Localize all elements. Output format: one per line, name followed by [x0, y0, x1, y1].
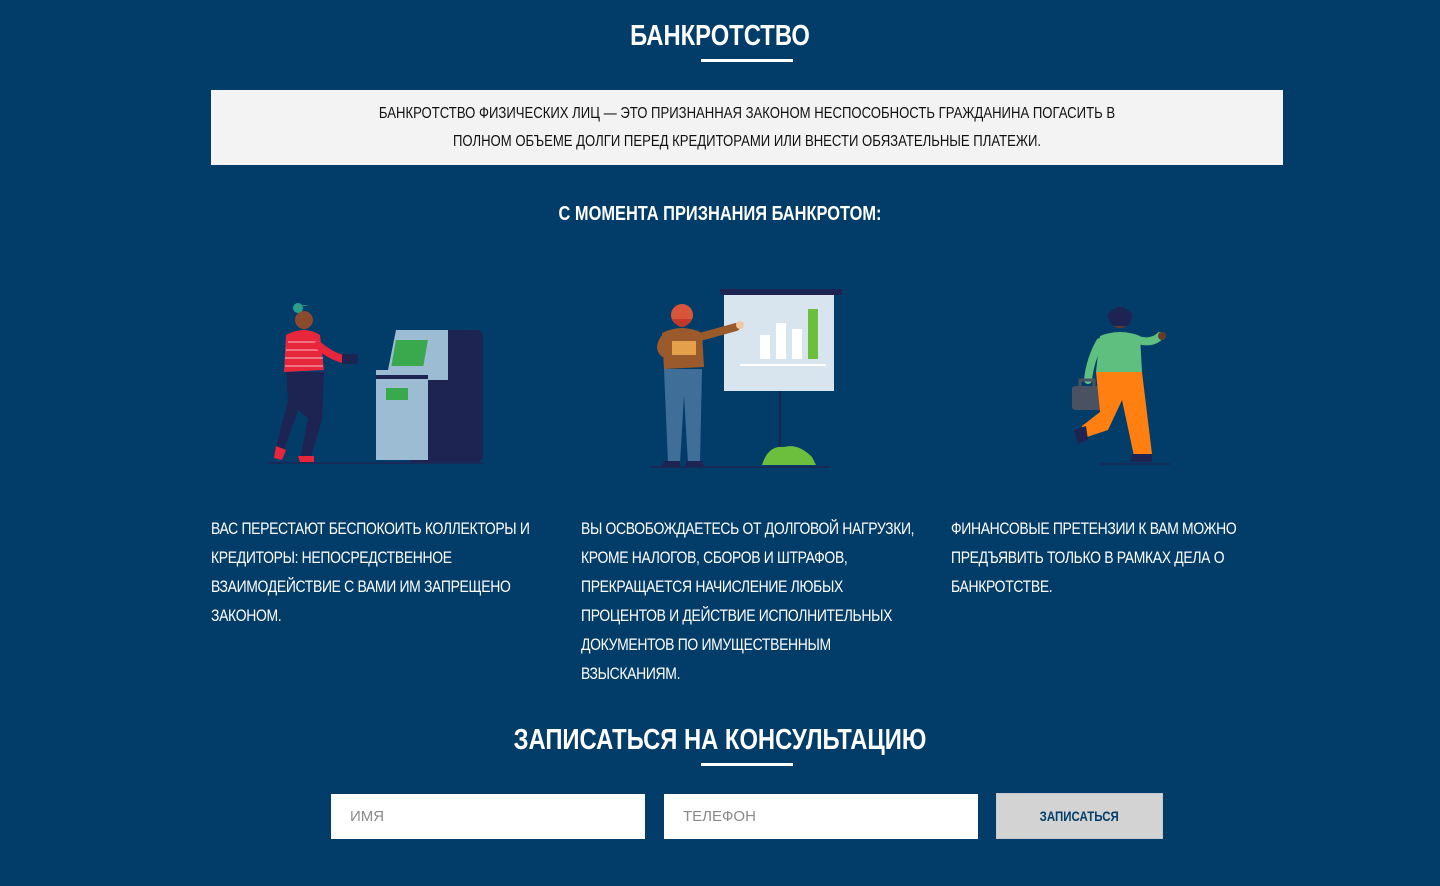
- name-input[interactable]: [331, 794, 645, 839]
- submit-button[interactable]: ЗАПИСАТЬСЯ: [996, 793, 1163, 839]
- benefit-text: ВЫ ОСВОБОЖДАЕТЕСЬ ОТ ДОЛГОВОЙ НАГРУЗКИ, …: [581, 519, 915, 683]
- submit-button-label: ЗАПИСАТЬСЯ: [1039, 808, 1120, 824]
- consultation-underline: [701, 763, 793, 766]
- title-underline: [701, 59, 793, 62]
- phone-input[interactable]: [664, 794, 978, 839]
- definition-box: БАНКРОТСТВО ФИЗИЧЕСКИХ ЛИЦ — ЭТО ПРИЗНАН…: [211, 90, 1283, 165]
- bankruptcy-title: БАНКРОТСТВО: [630, 20, 810, 52]
- benefit-text: ВАС ПЕРЕСТАЮТ БЕСПОКОИТЬ КОЛЛЕКТОРЫ И КР…: [211, 519, 530, 625]
- benefit-item-collectors: ВАС ПЕРЕСТАЮТ БЕСПОКОИТЬ КОЛЛЕКТОРЫ И КР…: [211, 514, 551, 630]
- woman-atm-illustration: [268, 303, 483, 464]
- benefits-subtitle: С МОМЕНТА ПРИЗНАНИЯ БАНКРОТОМ:: [558, 203, 882, 225]
- consultation-title: ЗАПИСАТЬСЯ НА КОНСУЛЬТАЦИЮ: [513, 724, 927, 756]
- woman-briefcase-illustration: [1072, 307, 1170, 465]
- benefit-item-claims: ФИНАНСОВЫЕ ПРЕТЕНЗИИ К ВАМ МОЖНО ПРЕДЪЯВ…: [951, 514, 1291, 601]
- benefit-text: ФИНАНСОВЫЕ ПРЕТЕНЗИИ К ВАМ МОЖНО ПРЕДЪЯВ…: [951, 519, 1237, 596]
- benefit-item-debt-relief: ВЫ ОСВОБОЖДАЕТЕСЬ ОТ ДОЛГОВОЙ НАГРУЗКИ, …: [581, 514, 921, 688]
- definition-text: БАНКРОТСТВО ФИЗИЧЕСКИХ ЛИЦ — ЭТО ПРИЗНАН…: [378, 104, 1116, 150]
- man-presentation-illustration: [650, 289, 842, 468]
